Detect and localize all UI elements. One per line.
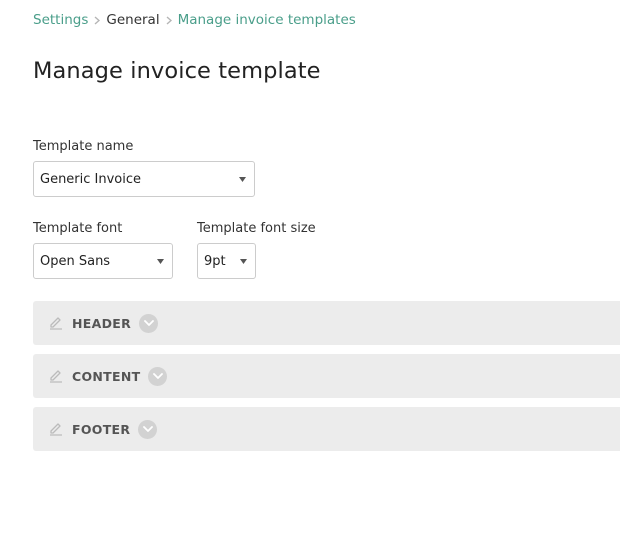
chevron-right-icon [162, 15, 176, 25]
page: Settings General Manage invoice template… [0, 0, 620, 555]
breadcrumb: Settings General Manage invoice template… [33, 10, 356, 30]
section-header-label: HEADER [72, 315, 132, 331]
template-font-select[interactable]: Open Sans [33, 243, 173, 279]
template-name-value: Generic Invoice [40, 171, 142, 187]
section-header[interactable]: HEADER [33, 301, 620, 345]
chevron-right-icon [90, 15, 104, 25]
page-title: Manage invoice template [33, 58, 321, 84]
template-font-size-value: 9pt [204, 253, 226, 269]
template-name-select[interactable]: Generic Invoice [33, 161, 255, 197]
pencil-icon [46, 313, 66, 333]
breadcrumb-general-link[interactable]: General [106, 10, 159, 30]
chevron-down-icon[interactable] [139, 313, 159, 333]
breadcrumb-settings-link[interactable]: Settings [33, 10, 88, 30]
template-font-value: Open Sans [40, 253, 111, 269]
section-content[interactable]: CONTENT [33, 354, 620, 398]
section-footer[interactable]: FOOTER [33, 407, 620, 451]
section-content-label: CONTENT [72, 368, 141, 384]
chevron-down-icon[interactable] [148, 366, 168, 386]
chevron-down-icon[interactable] [138, 419, 158, 439]
template-font-label: Template font [33, 221, 123, 236]
section-footer-label: FOOTER [72, 421, 131, 437]
template-font-size-label: Template font size [197, 221, 316, 236]
pencil-icon [46, 366, 66, 386]
pencil-icon [46, 419, 66, 439]
dropdown-caret-icon [156, 258, 164, 264]
breadcrumb-manage-invoice-templates-link[interactable]: Manage invoice templates [178, 10, 356, 30]
dropdown-caret-icon [238, 176, 246, 182]
template-font-size-select[interactable]: 9pt [197, 243, 256, 279]
template-name-label: Template name [33, 139, 134, 154]
dropdown-caret-icon [239, 258, 247, 264]
